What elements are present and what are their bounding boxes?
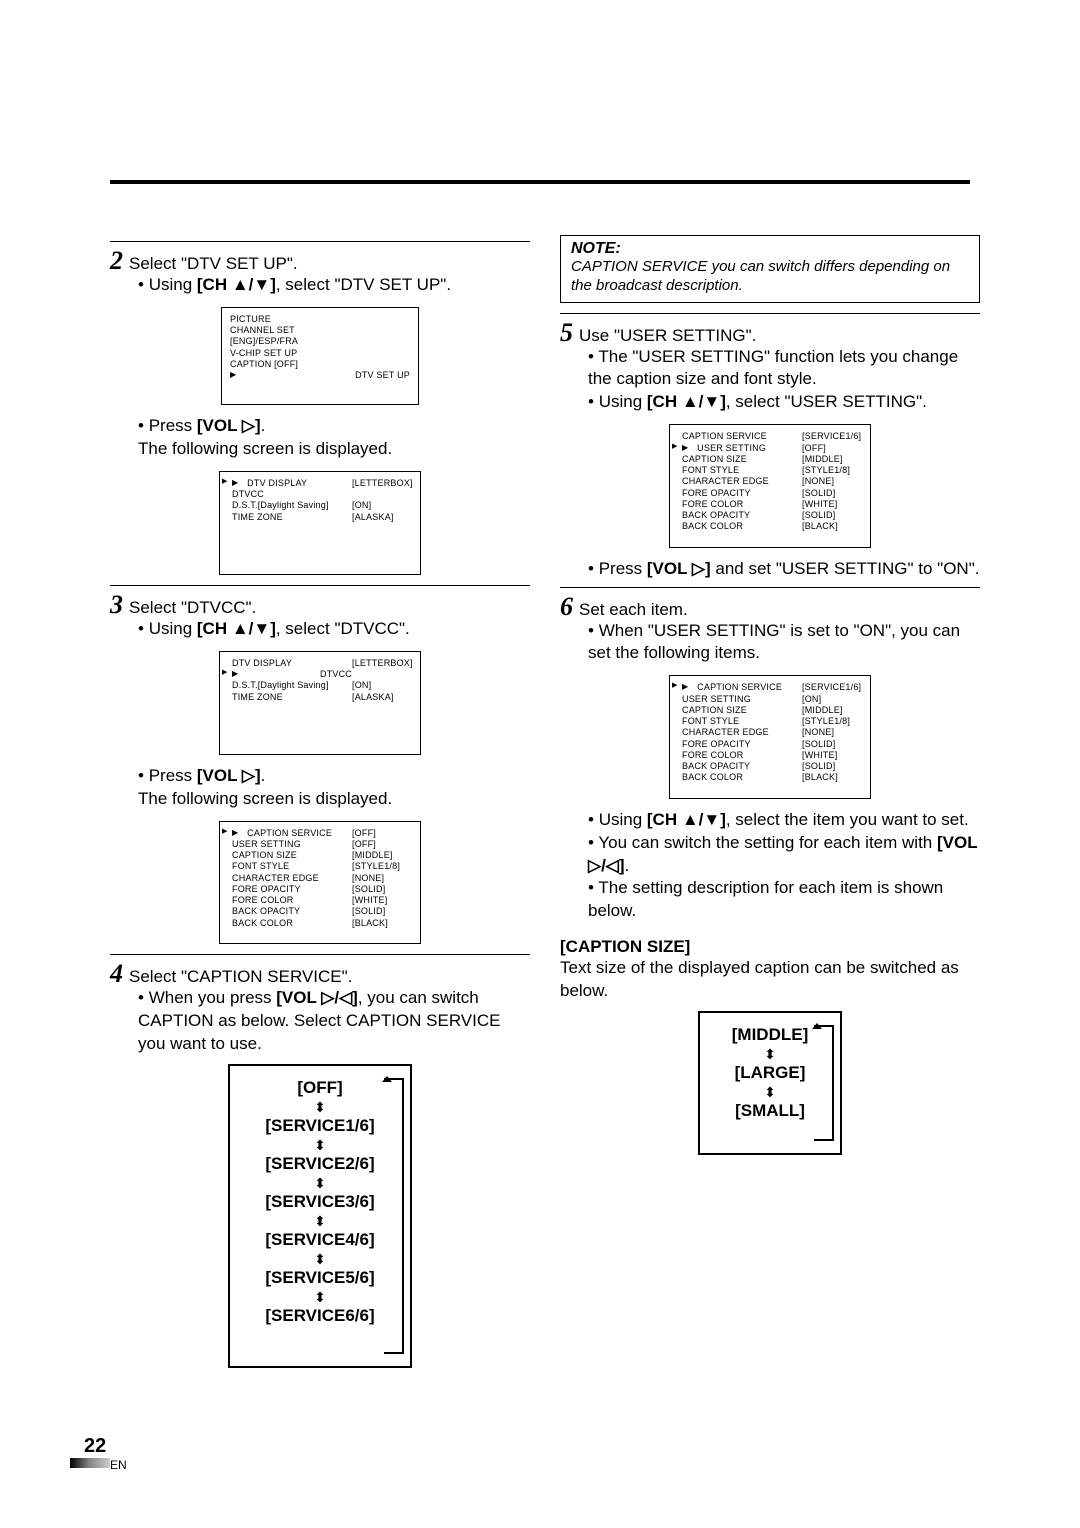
step-3-bullet-1: Using [CH ▲/▼], select "DTVCC".	[138, 618, 530, 641]
caption-size-heading: [CAPTION SIZE]	[560, 937, 980, 957]
step-6-bullet-1: When "USER SETTING" is set to "ON", you …	[588, 620, 980, 666]
step-5-bullet-2: Using [CH ▲/▼], select "USER SETTING".	[588, 391, 980, 414]
caption-size-text: Text size of the displayed caption can b…	[560, 957, 980, 1003]
top-rule	[110, 180, 970, 184]
step-5-bullet-3: Press [VOL ▷] and set "USER SETTING" to …	[588, 558, 980, 581]
caption-service-cycle: [OFF]⬍[SERVICE1/6]⬍[SERVICE2/6]⬍[SERVICE…	[228, 1064, 412, 1368]
step-3-bullet-2: Press [VOL ▷]. The following screen is d…	[138, 765, 530, 811]
right-column: NOTE: CAPTION SERVICE you can switch dif…	[560, 235, 980, 1368]
osd-caption-service-1: CAPTION SERVICE[OFF]USER SETTING[OFF]CAP…	[219, 821, 421, 944]
step-4-bullet-1: When you press [VOL ▷/◁], you can switch…	[138, 987, 530, 1056]
page-number: 22	[84, 1435, 106, 1458]
step-6-bullet-2: Using [CH ▲/▼], select the item you want…	[588, 809, 980, 832]
osd-user-setting-on: CAPTION SERVICE[SERVICE1/6]USER SETTING[…	[669, 675, 871, 798]
osd-dtv-display: DTV DISPLAY[LETTERBOX]DTVCCD.S.T.[Daylig…	[219, 471, 421, 575]
page-locale: EN	[110, 1458, 127, 1472]
osd-user-setting-off: CAPTION SERVICE[SERVICE1/6]USER SETTING[…	[669, 424, 871, 547]
step-6-bullet-3: You can switch the setting for each item…	[588, 832, 980, 878]
left-column: 2 Select "DTV SET UP". Using [CH ▲/▼], s…	[110, 235, 530, 1368]
step-3-heading: 3 Select "DTVCC".	[110, 592, 530, 618]
osd-dtvcc-sel: DTV DISPLAY[LETTERBOX]DTVCCD.S.T.[Daylig…	[219, 651, 421, 755]
step-2-bullet-2: Press [VOL ▷]. The following screen is d…	[138, 415, 530, 461]
step-5-heading: 5 Use "USER SETTING".	[560, 320, 980, 346]
step-4-heading: 4 Select "CAPTION SERVICE".	[110, 961, 530, 987]
osd-dtv-setup: PICTURECHANNEL SET[ENG]/ESP/FRAV-CHIP SE…	[221, 307, 419, 405]
step-2-bullet-1: Using [CH ▲/▼], select "DTV SET UP".	[138, 274, 530, 297]
note-box: NOTE: CAPTION SERVICE you can switch dif…	[560, 235, 980, 303]
step-6-bullet-4: The setting description for each item is…	[588, 877, 980, 923]
caption-size-cycle: [MIDDLE]⬍[LARGE]⬍[SMALL]	[698, 1011, 842, 1155]
step-5-bullet-1: The "USER SETTING" function lets you cha…	[588, 346, 980, 392]
page-gradient-bar	[70, 1458, 110, 1468]
step-6-heading: 6 Set each item.	[560, 594, 980, 620]
step-2-heading: 2 Select "DTV SET UP".	[110, 248, 530, 274]
